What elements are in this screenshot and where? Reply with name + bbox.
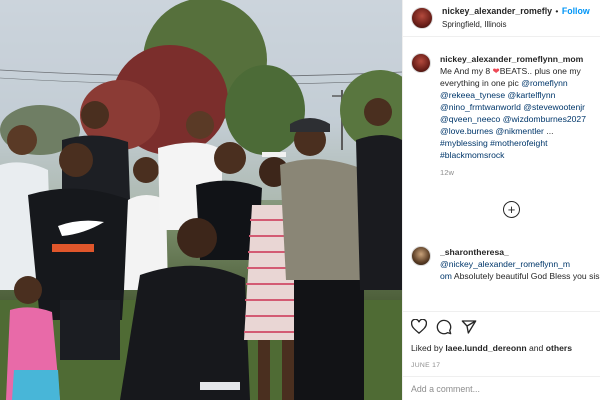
caption-tag[interactable]: @wizdomburnes2027 (503, 114, 586, 124)
caption-author-avatar[interactable] (411, 53, 431, 73)
caption-body: nickey_alexander_romeflynn_mom Me And my… (440, 53, 592, 179)
post-date[interactable]: JUNE 17 (411, 360, 593, 372)
caption-tag[interactable]: @rekeea_tynese (440, 90, 505, 100)
caption-tag[interactable]: @love.burnes (440, 126, 493, 136)
comment-mention-tail[interactable]: om (440, 271, 452, 281)
actions-bar: Liked by laee.lundd_dereonn and others J… (403, 311, 600, 372)
header-text: nickey_alexander_romefly • Follow Spring… (442, 5, 590, 31)
post-photo[interactable] (0, 0, 402, 400)
add-comment-input[interactable]: Add a comment... (403, 376, 600, 400)
post-sidebar: nickey_alexander_romefly • Follow Spring… (402, 0, 600, 400)
post-location[interactable]: Springfield, Illinois (442, 19, 590, 31)
author-avatar[interactable] (411, 7, 433, 29)
caption-ellipsis: ... (546, 126, 554, 136)
liked-by-others[interactable]: others (546, 343, 572, 353)
instagram-post: nickey_alexander_romefly • Follow Spring… (0, 0, 600, 400)
dot-separator: • (555, 6, 559, 16)
caption-tag[interactable]: @kartelflynn (508, 90, 556, 100)
share-icon[interactable] (461, 319, 477, 338)
commenter-avatar[interactable] (411, 246, 431, 266)
comment-icon[interactable] (436, 319, 452, 338)
comment-body: _sharontheresa_ @nickey_alexander_romefl… (440, 246, 600, 282)
caption-age[interactable]: 12w (440, 167, 592, 179)
liked-by-prefix: Liked by (411, 343, 446, 353)
action-icons (410, 318, 593, 338)
caption-username[interactable]: nickey_alexander_romeflynn_mom (440, 54, 583, 64)
comment-mention[interactable]: @nickey_alexander_romeflynn_m (440, 259, 570, 269)
comment-text: Absolutely beautiful God Bless you sis! (453, 271, 600, 281)
caption-tag[interactable]: @romeflynn (521, 78, 567, 88)
caption-text-start: Me And my 8 (440, 66, 493, 76)
caption-hashtag[interactable]: #blackmomsrock (440, 150, 504, 160)
caption-hashtag[interactable]: #myblessing (440, 138, 488, 148)
liked-by-user[interactable]: laee.lundd_dereonn (445, 343, 526, 353)
caption-tag[interactable]: @nino_frmtwanworld (440, 102, 521, 112)
post-header: nickey_alexander_romefly • Follow Spring… (403, 0, 600, 37)
plus-circle-icon[interactable]: + (503, 201, 520, 218)
heart-icon[interactable] (410, 318, 428, 337)
caption-hashtag[interactable]: #motherofeight (490, 138, 547, 148)
liked-by-suffix: and (526, 343, 546, 353)
author-username[interactable]: nickey_alexander_romefly (442, 6, 552, 16)
caption-comment: nickey_alexander_romeflynn_mom Me And my… (411, 53, 592, 179)
caption-tag[interactable]: @qveen_neeco (440, 114, 500, 124)
follow-button[interactable]: Follow (562, 6, 590, 16)
commenter-username[interactable]: _sharontheresa_ (440, 247, 509, 257)
family-photo-illustration (0, 0, 402, 400)
caption-tag[interactable]: @nikmentler (496, 126, 544, 136)
likes-summary: Liked by laee.lundd_dereonn and others (411, 342, 593, 354)
caption-tag[interactable]: @stevewootenjr (523, 102, 585, 112)
red-heart-emoji: ❤ (492, 66, 500, 76)
comment-item: _sharontheresa_ @nickey_alexander_romefl… (411, 246, 600, 282)
